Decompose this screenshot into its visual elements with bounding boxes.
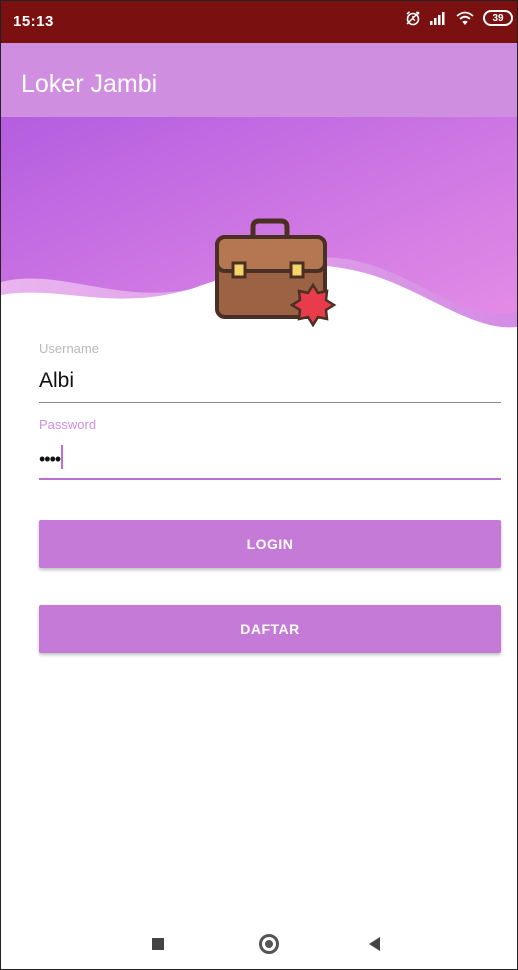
back-icon[interactable] (369, 937, 380, 951)
status-bar: 15:13 39 (1, 1, 517, 43)
username-value: Albi (39, 369, 75, 392)
username-label: Username (39, 341, 99, 356)
phone-screen: 15:13 39 Loker Jambi Username Albi Passw… (0, 0, 518, 970)
battery-icon: 39 (483, 10, 513, 26)
wifi-icon (455, 10, 475, 26)
password-underline (39, 478, 501, 480)
alarm-icon (405, 10, 421, 26)
app-bar: Loker Jambi (1, 43, 517, 117)
app-title: Loker Jambi (21, 70, 158, 98)
password-label: Password (39, 417, 97, 432)
status-icons: 39 (405, 10, 513, 26)
login-button[interactable]: LOGIN (39, 520, 501, 568)
username-underline (39, 402, 501, 403)
home-icon[interactable] (259, 934, 279, 954)
navigation-bar (1, 919, 517, 969)
password-value: •••• (39, 449, 61, 469)
text-cursor (61, 445, 64, 469)
recent-apps-icon[interactable] (152, 938, 164, 950)
register-button[interactable]: DAFTAR (39, 605, 501, 653)
username-field[interactable]: Albi (39, 369, 501, 393)
briefcase-icon (215, 218, 337, 328)
signal-icon (429, 11, 447, 25)
status-time: 15:13 (13, 13, 54, 30)
password-field[interactable]: •••• (39, 445, 501, 470)
